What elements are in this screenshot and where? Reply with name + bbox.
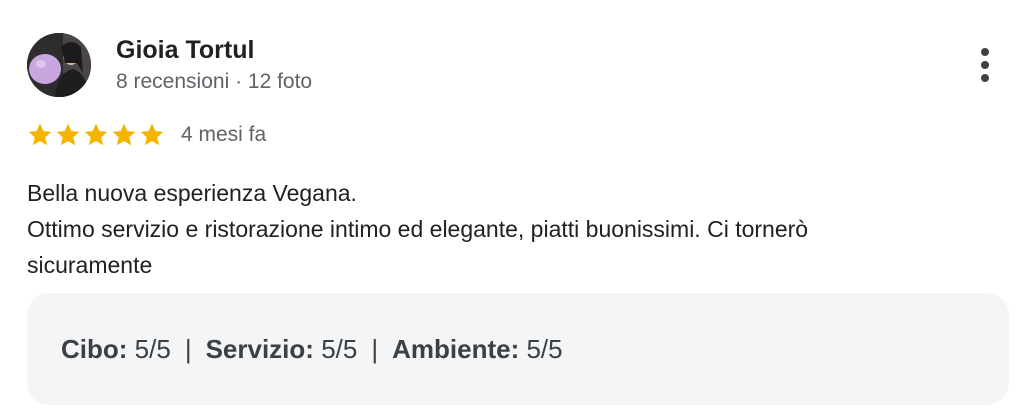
avatar-photo [27,33,91,97]
author-name[interactable]: Gioia Tortul [116,35,254,65]
separator: | [184,333,192,364]
ambience-label: Ambiente: [392,333,520,364]
service-label: Servizio: [205,333,314,364]
more-options-button[interactable] [968,44,1002,86]
star-rating [27,122,165,148]
star-icon [140,123,164,146]
star-icon [28,123,52,146]
author-avatar[interactable] [27,33,91,97]
review-text: Bella nuova esperienza Vegana. Ottimo se… [27,175,1002,283]
star-icon [56,123,80,146]
separator: | [371,333,379,364]
food-value: 5/5 [134,333,171,364]
attribute-ratings: Cibo: 5/5 | Servizio: 5/5 | Ambiente: 5/… [27,293,1009,405]
author-stats: 8 recensioni · 12 foto [116,70,313,93]
service-value: 5/5 [321,333,358,364]
star-icon [112,123,136,146]
more-vert-icon [981,48,989,56]
rating-row: 4 mesi fa [27,120,266,150]
review-card: Gioia Tortul 8 recensioni · 12 foto 4 me… [0,0,1032,418]
review-line: Bella nuova esperienza Vegana. [27,180,357,206]
star-icon [84,123,108,146]
review-line: Ottimo servizio e ristorazione intimo ed… [27,216,809,242]
review-line: sicuramente [27,252,153,278]
ambience-value: 5/5 [526,333,563,364]
food-label: Cibo: [61,333,128,364]
review-time: 4 mesi fa [181,123,267,146]
